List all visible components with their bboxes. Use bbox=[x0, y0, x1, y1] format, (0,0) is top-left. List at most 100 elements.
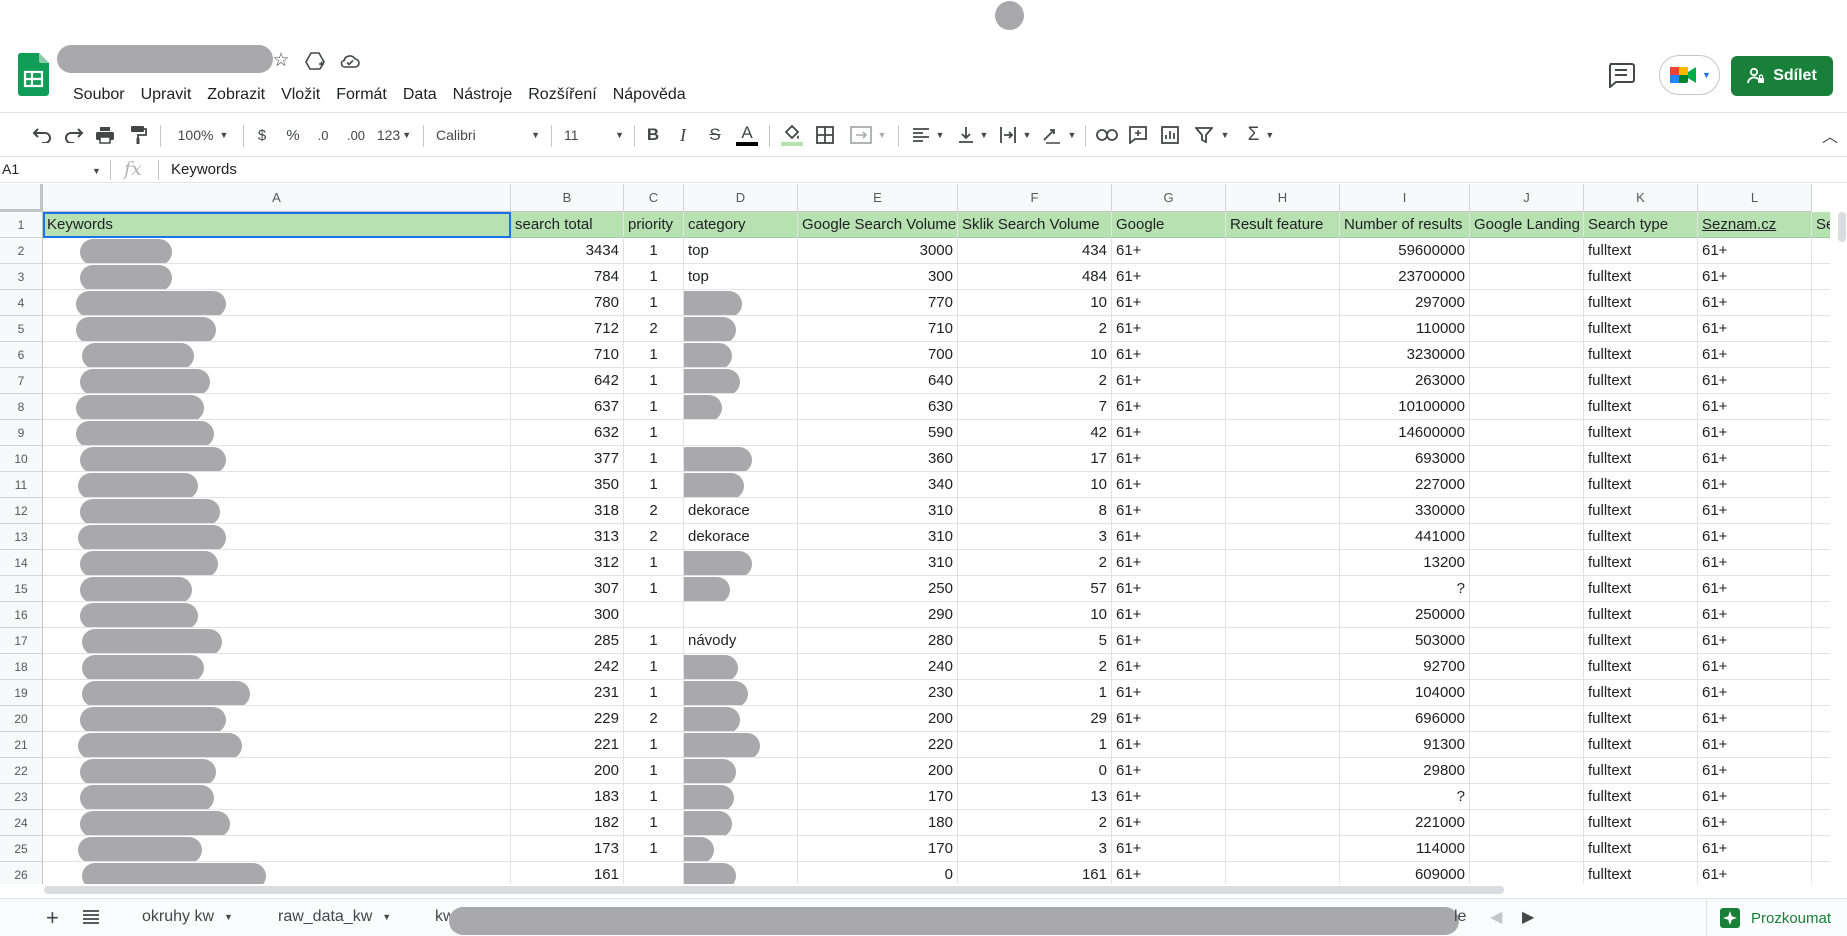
spreadsheet-grid[interactable]: ABCDEFGHIJKL 1 Keywords search total priori… bbox=[0, 184, 1830, 884]
table-cell[interactable]: 61+ bbox=[1698, 758, 1812, 784]
table-cell[interactable] bbox=[43, 394, 511, 420]
table-cell[interactable] bbox=[1470, 628, 1584, 654]
table-cell[interactable] bbox=[1226, 472, 1340, 498]
table-cell[interactable]: 434 bbox=[958, 238, 1112, 264]
table-cell[interactable] bbox=[43, 498, 511, 524]
header-cell[interactable]: Search type bbox=[1584, 212, 1698, 238]
table-cell[interactable] bbox=[1470, 706, 1584, 732]
chevron-down-icon[interactable]: ▼ bbox=[92, 166, 101, 176]
all-sheets-icon[interactable] bbox=[82, 910, 100, 924]
table-cell[interactable]: 170 bbox=[798, 784, 958, 810]
table-cell[interactable]: 17 bbox=[958, 446, 1112, 472]
table-cell[interactable]: 1 bbox=[624, 446, 684, 472]
table-cell[interactable]: 57 bbox=[958, 576, 1112, 602]
share-button[interactable]: Sdílet bbox=[1731, 56, 1833, 96]
table-cell[interactable]: 61+ bbox=[1698, 810, 1812, 836]
table-cell[interactable]: 8 bbox=[958, 498, 1112, 524]
table-cell[interactable] bbox=[1812, 602, 1830, 628]
table-cell[interactable] bbox=[1470, 810, 1584, 836]
table-cell[interactable]: 29 bbox=[958, 706, 1112, 732]
table-cell[interactable] bbox=[1226, 628, 1340, 654]
table-cell[interactable]: fulltext bbox=[1584, 498, 1698, 524]
table-cell[interactable]: 1 bbox=[624, 810, 684, 836]
table-cell[interactable]: fulltext bbox=[1584, 238, 1698, 264]
number-format-select[interactable]: 123 ▼ bbox=[375, 121, 413, 149]
table-cell[interactable] bbox=[1226, 836, 1340, 862]
column-header-f[interactable]: F bbox=[958, 184, 1112, 212]
table-cell[interactable] bbox=[1470, 316, 1584, 342]
table-cell[interactable] bbox=[1226, 654, 1340, 680]
table-cell[interactable]: 61+ bbox=[1698, 602, 1812, 628]
column-header-b[interactable]: B bbox=[511, 184, 624, 212]
table-cell[interactable] bbox=[684, 654, 798, 680]
table-cell[interactable] bbox=[1812, 524, 1830, 550]
table-cell[interactable]: 2 bbox=[958, 368, 1112, 394]
table-cell[interactable] bbox=[1812, 758, 1830, 784]
table-cell[interactable]: 290 bbox=[798, 602, 958, 628]
functions-button[interactable]: Σ ▼ bbox=[1243, 121, 1279, 149]
table-cell[interactable]: 1 bbox=[624, 680, 684, 706]
cell-a1-selected[interactable]: Keywords bbox=[43, 212, 511, 238]
table-cell[interactable] bbox=[43, 290, 511, 316]
table-cell[interactable]: 173 bbox=[511, 836, 624, 862]
star-icon[interactable]: ☆ bbox=[270, 50, 292, 72]
header-cell[interactable]: Number of results bbox=[1340, 212, 1470, 238]
table-cell[interactable] bbox=[1812, 732, 1830, 758]
scroll-tabs-left-icon[interactable]: ◀ bbox=[1490, 907, 1502, 927]
table-cell[interactable] bbox=[43, 472, 511, 498]
table-cell[interactable]: 61+ bbox=[1698, 472, 1812, 498]
header-cell[interactable]: Google Search Volume bbox=[798, 212, 958, 238]
table-cell[interactable]: 3 bbox=[958, 836, 1112, 862]
explore-button[interactable]: Prozkoumat bbox=[1706, 899, 1847, 936]
print-icon[interactable] bbox=[93, 121, 117, 149]
meet-button[interactable]: ▼ bbox=[1659, 55, 1720, 95]
table-cell[interactable]: fulltext bbox=[1584, 576, 1698, 602]
table-cell[interactable] bbox=[1470, 420, 1584, 446]
table-cell[interactable]: 23700000 bbox=[1340, 264, 1470, 290]
table-cell[interactable]: 7 bbox=[958, 394, 1112, 420]
fill-color-button[interactable] bbox=[780, 121, 804, 149]
table-cell[interactable]: 1 bbox=[624, 836, 684, 862]
table-cell[interactable]: fulltext bbox=[1584, 472, 1698, 498]
table-cell[interactable]: 250 bbox=[798, 576, 958, 602]
collapse-toolbar-icon[interactable]: ︿ bbox=[1820, 121, 1840, 149]
table-cell[interactable]: 2 bbox=[958, 316, 1112, 342]
row-header[interactable]: 5 bbox=[0, 316, 43, 342]
table-cell[interactable]: 710 bbox=[511, 342, 624, 368]
table-cell[interactable] bbox=[1812, 654, 1830, 680]
header-cell[interactable]: Google bbox=[1112, 212, 1226, 238]
menu-tools[interactable]: Nástroje bbox=[445, 84, 521, 106]
table-cell[interactable]: 61+ bbox=[1112, 628, 1226, 654]
table-cell[interactable] bbox=[684, 576, 798, 602]
table-cell[interactable]: 61+ bbox=[1698, 238, 1812, 264]
table-cell[interactable]: fulltext bbox=[1584, 732, 1698, 758]
table-cell[interactable]: fulltext bbox=[1584, 290, 1698, 316]
row-header[interactable]: 19 bbox=[0, 680, 43, 706]
table-cell[interactable]: 91300 bbox=[1340, 732, 1470, 758]
table-cell[interactable]: 285 bbox=[511, 628, 624, 654]
table-cell[interactable] bbox=[1812, 784, 1830, 810]
paint-format-icon[interactable] bbox=[126, 121, 150, 149]
scroll-tabs-right-icon[interactable]: ▶ bbox=[1522, 907, 1534, 927]
comment-history-icon[interactable] bbox=[1606, 62, 1636, 88]
table-cell[interactable] bbox=[1226, 602, 1340, 628]
table-cell[interactable]: 1 bbox=[624, 732, 684, 758]
table-cell[interactable]: 693000 bbox=[1340, 446, 1470, 472]
table-cell[interactable] bbox=[1470, 342, 1584, 368]
cloud-status-icon[interactable] bbox=[339, 50, 361, 72]
menu-insert[interactable]: Vložit bbox=[273, 84, 328, 106]
sheet-tab-raw-data-kw[interactable]: raw_data_kw ▼ bbox=[278, 908, 391, 926]
table-cell[interactable]: 609000 bbox=[1340, 862, 1470, 884]
table-cell[interactable] bbox=[1812, 550, 1830, 576]
table-cell[interactable]: 61+ bbox=[1112, 420, 1226, 446]
header-cell[interactable]: Google Landing I bbox=[1470, 212, 1584, 238]
table-cell[interactable]: 61+ bbox=[1698, 550, 1812, 576]
row-header[interactable]: 25 bbox=[0, 836, 43, 862]
row-header[interactable]: 11 bbox=[0, 472, 43, 498]
table-cell[interactable]: 700 bbox=[798, 342, 958, 368]
table-cell[interactable]: fulltext bbox=[1584, 784, 1698, 810]
menu-file[interactable]: Soubor bbox=[65, 84, 133, 106]
text-wrapping-icon[interactable]: ▼ bbox=[997, 121, 1033, 149]
table-cell[interactable] bbox=[43, 238, 511, 264]
table-cell[interactable] bbox=[1812, 680, 1830, 706]
